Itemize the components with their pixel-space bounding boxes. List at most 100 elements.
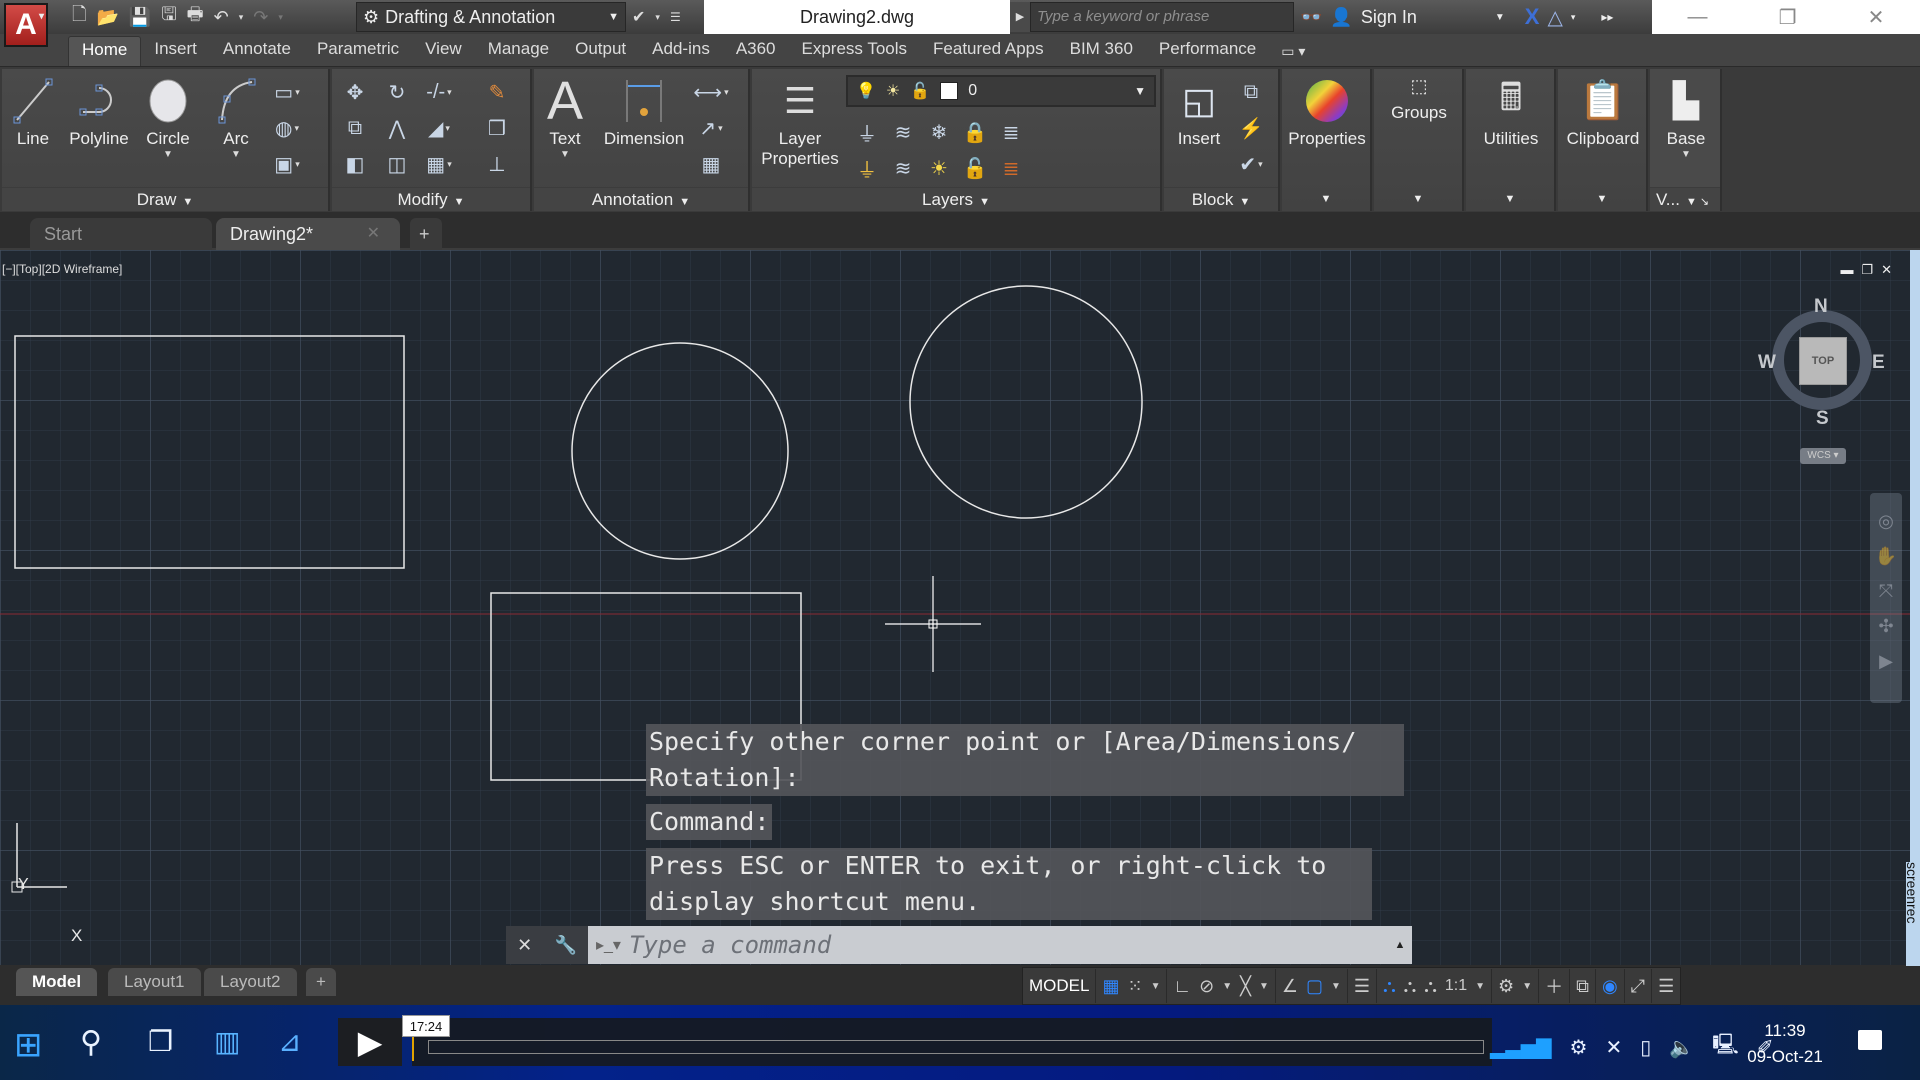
layer-properties-button[interactable]: ☰ Layer Properties bbox=[758, 73, 842, 169]
block-attributes-icon[interactable]: ✔ ▾ bbox=[1236, 149, 1266, 179]
orbit-icon[interactable]: ✣ bbox=[1878, 616, 1893, 637]
chevron-down-icon[interactable]: ▼ bbox=[1151, 981, 1161, 992]
layer-unlock-icon[interactable]: 🔓 bbox=[960, 153, 990, 183]
chevron-down-icon[interactable]: ▼ bbox=[208, 149, 264, 160]
chevron-down-icon[interactable]: ▼ bbox=[1475, 981, 1485, 992]
line-button[interactable]: Line bbox=[8, 73, 58, 149]
customize-wrench-icon[interactable]: 🔧 bbox=[554, 935, 576, 956]
table-icon[interactable]: ▦ bbox=[696, 149, 726, 179]
fillet-icon[interactable]: ◢ ▾ bbox=[424, 113, 454, 143]
object-snap-tracking-icon[interactable]: ∠ bbox=[1282, 976, 1298, 997]
lineweight-icon[interactable]: ☰ bbox=[1348, 969, 1378, 1003]
ribbon-display-toggle-icon[interactable]: ▭ ▾ bbox=[1269, 43, 1305, 66]
ribbon-tab-home[interactable]: Home bbox=[68, 36, 142, 66]
stretch-icon[interactable]: ◧ bbox=[340, 149, 370, 179]
widgets-icon[interactable]: ▥ bbox=[214, 1025, 240, 1058]
layer-dropdown[interactable]: 💡 ☀ 🔓 0 ▼ bbox=[846, 75, 1156, 107]
viewcube-top-face[interactable]: TOP bbox=[1799, 337, 1847, 385]
chevron-down-icon[interactable]: ▼ bbox=[1374, 193, 1462, 205]
move-icon[interactable]: ✥ bbox=[340, 77, 370, 107]
grid-icon[interactable]: ▦ bbox=[1102, 976, 1119, 997]
customization-menu-icon[interactable]: ☰ bbox=[1652, 969, 1680, 1003]
plot-icon[interactable]: 🖶 bbox=[187, 2, 204, 32]
command-prompt-icon[interactable]: ▸_▾ bbox=[596, 935, 621, 955]
screenrec-app-icon[interactable]: ⊿ bbox=[278, 1025, 301, 1058]
arc-button[interactable]: Arc ▼ bbox=[208, 73, 264, 160]
ribbon-tab-performance[interactable]: Performance bbox=[1146, 36, 1269, 66]
properties-panel[interactable]: Properties ▼ bbox=[1282, 69, 1372, 211]
layer-isolate-icon[interactable]: ≣ bbox=[996, 117, 1026, 147]
ortho-icon[interactable]: ∟ bbox=[1173, 976, 1191, 997]
layer-previous-icon[interactable]: ≋ bbox=[888, 153, 918, 183]
chevron-down-icon[interactable]: ▼ bbox=[1495, 12, 1505, 23]
chevron-down-icon[interactable]: ▼ bbox=[1222, 981, 1232, 992]
wcs-menu[interactable]: WCS ▾ bbox=[1800, 448, 1846, 464]
array-icon[interactable]: ▦ ▾ bbox=[424, 149, 454, 179]
chevron-down-icon[interactable]: ▾ bbox=[1571, 12, 1576, 23]
open-icon[interactable]: 📂 bbox=[96, 7, 118, 28]
close-tab-icon[interactable]: ✕ bbox=[367, 218, 380, 250]
edit-block-icon[interactable]: ⚡ bbox=[1236, 113, 1266, 143]
match-properties-icon[interactable]: ✔ bbox=[632, 7, 645, 27]
exchange-apps-icon[interactable]: X bbox=[1525, 4, 1540, 30]
undo-icon[interactable]: ↶ bbox=[214, 7, 229, 28]
taskbar-clock[interactable]: 11:39 09-Oct-21 bbox=[1740, 1018, 1830, 1070]
object-snap-icon[interactable]: ▢ bbox=[1306, 976, 1323, 997]
ribbon-tab-manage[interactable]: Manage bbox=[475, 36, 562, 66]
trim-icon[interactable]: -/- ▾ bbox=[424, 77, 454, 107]
annotation-panel-title[interactable]: Annotation ▼ bbox=[534, 187, 748, 211]
viewport-controls-label[interactable]: [−][Top][2D Wireframe] bbox=[2, 262, 122, 276]
draw-panel-title[interactable]: Draw ▼ bbox=[2, 187, 328, 211]
rectangle-icon[interactable]: ▭ ▾ bbox=[272, 77, 302, 107]
search-icon[interactable]: ⚲ bbox=[80, 1025, 102, 1060]
clean-screen-icon[interactable]: ⤢ bbox=[1625, 969, 1653, 1003]
recent-commands-icon[interactable]: ▲ bbox=[1388, 939, 1412, 951]
block-panel-title[interactable]: Block ▼ bbox=[1164, 187, 1278, 211]
chevron-down-icon[interactable]: ▼ bbox=[1558, 193, 1646, 205]
add-layout-button[interactable]: + bbox=[306, 968, 336, 996]
new-icon[interactable]: 🗋 bbox=[72, 2, 86, 32]
steering-wheel-icon[interactable]: ◎ bbox=[1878, 511, 1894, 532]
task-view-icon[interactable]: ❐ bbox=[148, 1025, 173, 1058]
customize-qat-icon[interactable]: ☰ bbox=[670, 10, 681, 24]
modify-panel-title[interactable]: Modify ▼ bbox=[332, 187, 530, 211]
command-input[interactable] bbox=[620, 931, 1388, 959]
hardware-acceleration-icon[interactable]: ◉ bbox=[1596, 969, 1625, 1003]
ribbon-tab-add-ins[interactable]: Add-ins bbox=[639, 36, 723, 66]
utilities-panel[interactable]: 🖩 Utilities ▼ bbox=[1466, 69, 1556, 211]
layout2-tab[interactable]: Layout2 bbox=[204, 968, 297, 996]
ribbon-tab-bim-360[interactable]: BIM 360 bbox=[1057, 36, 1146, 66]
circle-button[interactable]: Circle ▼ bbox=[140, 73, 196, 160]
layer-on-icon[interactable]: ⏚ bbox=[852, 153, 882, 183]
application-menu-button[interactable]: A bbox=[4, 0, 48, 47]
circle-shape[interactable] bbox=[571, 342, 789, 560]
annotation-visibility-icon[interactable]: ⛬ bbox=[1383, 976, 1396, 997]
compass-north[interactable]: N bbox=[1814, 296, 1828, 318]
groups-button[interactable]: ⬚ Groups bbox=[1374, 69, 1464, 123]
vertical-scrollbar[interactable] bbox=[1910, 250, 1920, 965]
binoculars-icon[interactable]: 👓 bbox=[1300, 7, 1322, 28]
pan-icon[interactable]: ✋ bbox=[1875, 546, 1897, 567]
search-expand-icon[interactable]: ▶ bbox=[1010, 2, 1030, 32]
polyline-button[interactable]: Polyline bbox=[66, 73, 132, 149]
clipboard-panel[interactable]: 📋 Clipboard ▼ bbox=[1558, 69, 1648, 211]
ribbon-tab-annotate[interactable]: Annotate bbox=[210, 36, 304, 66]
redo-dropdown-icon[interactable]: ▾ bbox=[278, 12, 283, 23]
save-icon[interactable]: 💾 bbox=[129, 7, 151, 28]
minimize-button[interactable]: — bbox=[1688, 6, 1708, 29]
groups-panel[interactable]: ⬚ Groups ▼ bbox=[1374, 69, 1464, 211]
chevron-down-icon[interactable]: ▼ bbox=[1522, 981, 1532, 992]
workspace-switcher[interactable]: ⚙ Drafting & Annotation ▼ bbox=[356, 2, 626, 32]
chevron-down-icon[interactable]: ▼ bbox=[1282, 193, 1370, 205]
utilities-button[interactable]: 🖩 Utilities bbox=[1466, 73, 1556, 149]
sign-in-button[interactable]: Sign In bbox=[1361, 7, 1417, 28]
auto-scale-icon[interactable]: ⛬ bbox=[1404, 976, 1417, 997]
copy-icon[interactable]: ⧉ bbox=[340, 113, 370, 143]
chevron-down-icon[interactable]: ▼ bbox=[140, 149, 196, 160]
new-tab-button[interactable]: + bbox=[410, 218, 442, 250]
seek-bar[interactable] bbox=[428, 1040, 1484, 1054]
isodraft-icon[interactable]: ╳ bbox=[1240, 976, 1251, 997]
save-as-icon[interactable]: 🖫 bbox=[161, 2, 176, 32]
showmotion-icon[interactable]: ▶ bbox=[1879, 651, 1893, 672]
offset-icon[interactable]: ⊥ bbox=[482, 149, 512, 179]
